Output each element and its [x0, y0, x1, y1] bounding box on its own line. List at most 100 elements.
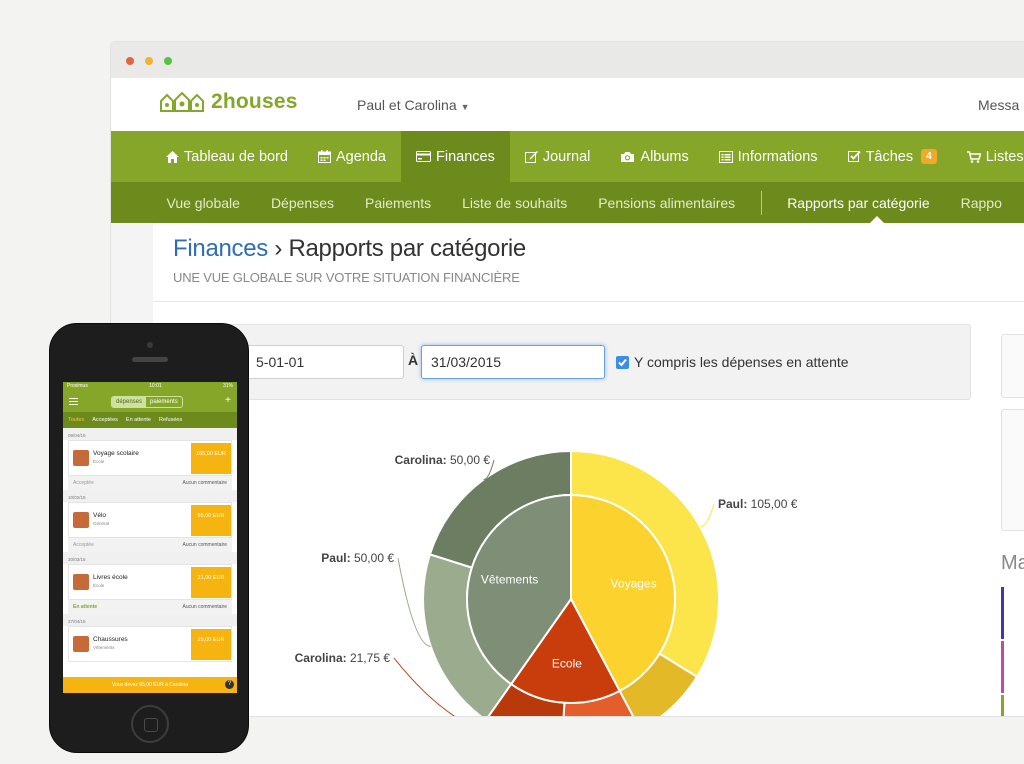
phone-screen: Proximus 10:01 31% dépenses paiements + …	[63, 382, 237, 693]
phone-tab-refusees[interactable]: Refusées	[159, 417, 182, 423]
outer-slice-label: Paul: 105,00 €	[718, 497, 798, 511]
active-indicator	[870, 216, 884, 223]
date-filter: À Y compris les dépenses en attente	[215, 324, 971, 400]
outer-slice-label: Carolina: 21,75 €	[295, 651, 391, 665]
subnav-liste-de-souhaits[interactable]: Liste de souhaits	[447, 195, 583, 211]
subnav-rappels[interactable]: Rappo	[945, 195, 1017, 211]
phone-segment-control: dépenses paiements	[111, 396, 183, 408]
include-pending-label: Y compris les dépenses en attente	[634, 354, 849, 370]
nav-listes[interactable]: Listes	[952, 131, 1024, 182]
breadcrumb-finances[interactable]: Finances	[173, 235, 268, 262]
phone-tab-toutes[interactable]: Toutes	[68, 417, 84, 423]
subnav-rapports-par-categorie[interactable]: Rapports par catégorie	[772, 195, 945, 211]
page-title: Finances › Rapports par catégorie	[173, 235, 526, 263]
entry-footer: Acceptée Aucun commentaire	[68, 538, 232, 552]
camera-icon	[621, 151, 635, 162]
nav-albums[interactable]: Albums	[605, 131, 703, 182]
check-icon	[618, 358, 627, 367]
breadcrumb-separator: ›	[274, 235, 283, 262]
entry-date: 30/03/15	[63, 552, 237, 564]
subnav-divider	[760, 190, 762, 215]
avatar[interactable]	[1001, 587, 1024, 639]
maximize-window-button[interactable]	[164, 57, 172, 65]
entry-name: Livres école	[93, 574, 128, 581]
nav-taches[interactable]: Tâches 4	[833, 131, 952, 182]
minimize-window-button[interactable]	[145, 57, 153, 65]
phone-speaker	[132, 357, 168, 362]
subnav-depenses[interactable]: Dépenses	[255, 195, 349, 211]
nav-agenda[interactable]: Agenda	[303, 131, 401, 182]
add-icon[interactable]: +	[225, 395, 231, 406]
help-icon[interactable]: ?	[225, 680, 234, 689]
nav-label: Tableau de bord	[184, 148, 288, 165]
phone-home-button	[131, 705, 169, 743]
avatar[interactable]	[1001, 641, 1024, 693]
messages-link[interactable]: Messa	[978, 97, 1019, 113]
entry-status: Acceptée	[73, 480, 94, 486]
title-bar	[111, 42, 1024, 78]
entry-category: École	[93, 459, 105, 464]
avatar	[73, 512, 89, 528]
entry-date: 10/02/15	[63, 490, 237, 502]
divider	[153, 301, 1024, 302]
entry-status: Acceptée	[73, 542, 94, 548]
list-item[interactable]: Voyage scolaire École 165,00 EUR	[68, 440, 232, 476]
main-nav: Tableau de bord Agenda Finances Journal …	[111, 131, 1024, 182]
caret-down-icon: ▼	[460, 102, 470, 112]
nav-journal[interactable]: Journal	[510, 131, 606, 182]
subnav-vue-globale[interactable]: Vue globale	[151, 195, 255, 211]
entry-amount: 25,00 EUR	[191, 629, 231, 660]
list-item[interactable]: Livres école École 21,00 EUR	[68, 564, 232, 600]
nav-finances[interactable]: Finances	[401, 131, 510, 182]
edit-icon	[524, 151, 538, 163]
family-selector-label: Paul et Carolina	[357, 97, 457, 113]
segment-paiements[interactable]: paiements	[146, 397, 182, 407]
nav-label: Finances	[436, 148, 495, 165]
entry-comment: Aucun commentaire	[182, 480, 227, 486]
include-pending-checkbox[interactable]	[616, 356, 629, 369]
nav-informations[interactable]: Informations	[704, 131, 833, 182]
outer-slice-label: Paul: 50,00 €	[321, 551, 394, 565]
entry-footer: En attente Aucun commentaire	[68, 600, 232, 614]
nav-label: Tâches	[865, 148, 914, 165]
phone-tab-en-attente[interactable]: En attente	[126, 417, 151, 423]
houses-logo-icon	[160, 91, 204, 112]
avatar	[73, 574, 89, 590]
hamburger-menu-icon[interactable]	[69, 398, 78, 405]
segment-depenses[interactable]: dépenses	[112, 397, 147, 407]
phone-tab-acceptees[interactable]: Acceptées	[92, 417, 118, 423]
nav-tableau-de-bord[interactable]: Tableau de bord	[151, 131, 303, 182]
list-item[interactable]: Chaussures Vêtements 25,00 EUR	[68, 626, 232, 662]
battery: 31%	[222, 383, 233, 389]
sidebar-title: Ma	[1001, 552, 1024, 574]
tasks-count-badge: 4	[921, 149, 937, 164]
entry-amount: 95,00 EUR	[191, 505, 231, 536]
close-window-button[interactable]	[126, 57, 134, 65]
logo[interactable]: 2houses	[159, 90, 298, 114]
entry-date: 09/04/15	[63, 428, 237, 440]
phone-camera	[147, 342, 153, 348]
date-to-input[interactable]	[421, 345, 605, 379]
inner-slice-label: Voyages	[611, 576, 657, 590]
entry-date: 27/04/15	[63, 614, 237, 626]
cart-icon	[966, 150, 981, 163]
avatar[interactable]	[1001, 695, 1024, 716]
subnav-paiements[interactable]: Paiements	[349, 195, 446, 211]
avatar	[73, 450, 89, 466]
nav-label: Albums	[640, 148, 689, 165]
outer-slice-label: Carolina: 50,00 €	[395, 453, 491, 467]
entry-category: Vêtements	[93, 645, 115, 650]
list-item[interactable]: Vélo Général 95,00 EUR	[68, 502, 232, 538]
clock: 10:01	[149, 383, 162, 389]
subnav-pensions-alimentaires[interactable]: Pensions alimentaires	[583, 195, 751, 211]
page-title-text: Rapports par catégorie	[288, 235, 526, 262]
date-from-input[interactable]	[246, 345, 404, 379]
checkbox-icon	[847, 150, 861, 162]
top-bar: 2houses Paul et Carolina ▼ Messa	[111, 78, 1024, 131]
family-selector[interactable]: Paul et Carolina ▼	[357, 97, 470, 113]
balance-text: Vous devez 95,00 EUR à Carolina	[112, 682, 188, 688]
avatar	[73, 636, 89, 652]
entry-name: Voyage scolaire	[93, 450, 139, 457]
side-widget	[1001, 409, 1024, 531]
sunburst-chart: Voyages Ecole Vêtements Paul: 105,00 € Carol…	[295, 449, 798, 716]
